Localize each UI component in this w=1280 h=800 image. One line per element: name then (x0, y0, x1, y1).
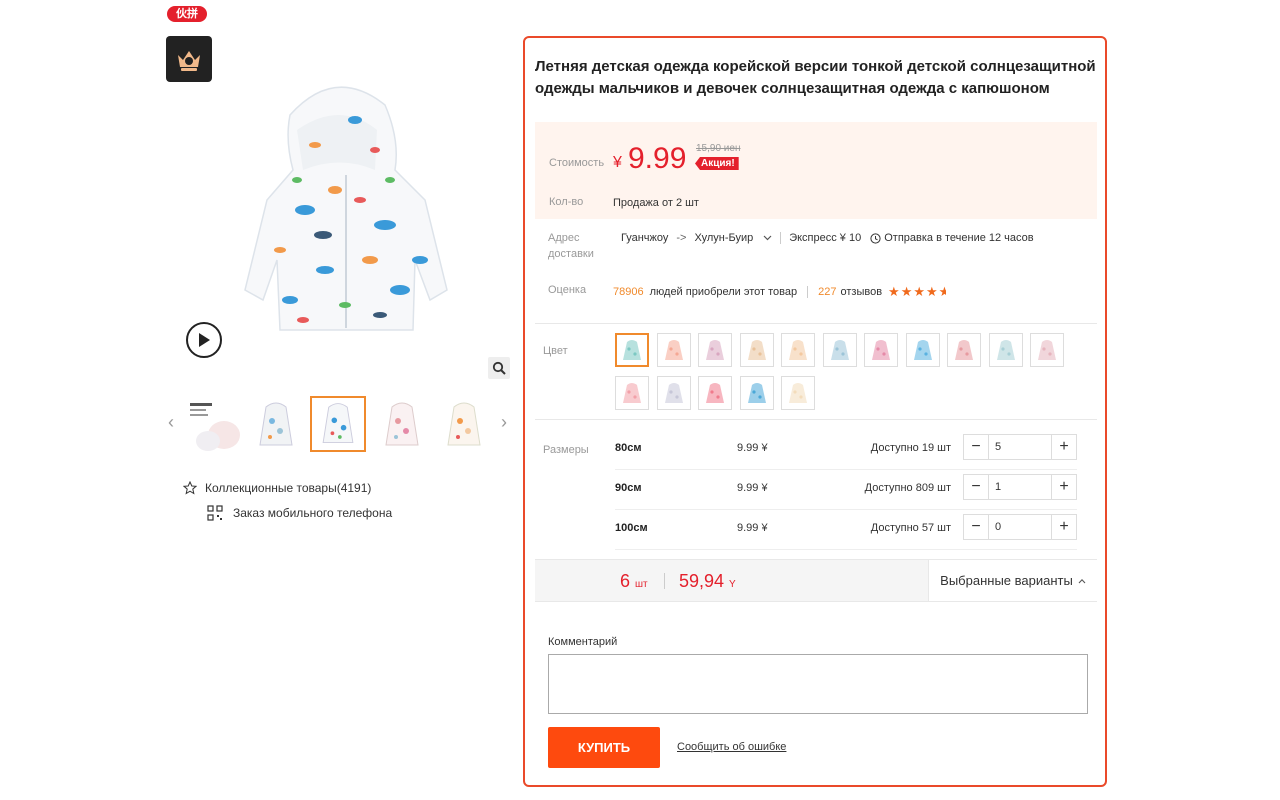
magnifier-icon (492, 361, 506, 375)
quantity-input[interactable] (988, 515, 1052, 539)
reviews-count[interactable]: 227 (818, 286, 836, 298)
quantity-input[interactable] (988, 475, 1052, 499)
mobile-order-link[interactable]: Заказ мобильного телефона (207, 505, 392, 521)
comment-label: Комментарий (548, 636, 618, 648)
color-swatch[interactable] (657, 333, 691, 367)
thumbnail[interactable] (185, 396, 241, 452)
order-total-bar: 6 шт 59,94 Y Выбранные варианты (535, 559, 1097, 602)
decrease-button[interactable]: − (964, 435, 988, 459)
price-box: Стоимость ¥ 9.99 15,90 иен Акция! Кол-во… (535, 122, 1097, 219)
add-to-favorites[interactable]: Коллекционные товары(4191) (183, 481, 371, 495)
reviews-text: отзывов (840, 286, 883, 298)
total-quantity: 6 шт (620, 571, 648, 591)
size-availability: Доступно 809 шт (864, 482, 951, 494)
color-label: Цвет (543, 345, 568, 357)
promo-tag: Акция! (695, 157, 739, 170)
size-availability: Доступно 57 шт (870, 522, 951, 534)
increase-button[interactable]: + (1052, 475, 1076, 499)
product-title: Летняя детская одежда корейской версии т… (535, 58, 1096, 97)
mobile-order-label: Заказ мобильного телефона (233, 506, 393, 520)
thumb-next-icon[interactable]: › (498, 410, 510, 434)
decrease-button[interactable]: − (964, 475, 988, 499)
qty-label: Кол-во (549, 196, 584, 208)
size-row: 90см 9.99 ¥ Доступно 809 шт − + (615, 470, 1077, 510)
increase-button[interactable]: + (1052, 435, 1076, 459)
color-swatch[interactable] (698, 333, 732, 367)
size-row: 100см 9.99 ¥ Доступно 57 шт − + (615, 510, 1077, 550)
thumbnail[interactable] (247, 396, 303, 452)
selected-variants-toggle[interactable]: Выбранные варианты (928, 560, 1097, 601)
clock-icon (870, 232, 881, 244)
quantity-stepper: − + (963, 434, 1077, 460)
color-swatch[interactable] (657, 376, 691, 410)
color-swatch[interactable] (698, 376, 732, 410)
size-price: 9.99 ¥ (737, 442, 768, 454)
thumbnail-strip: ‹ › (165, 396, 515, 452)
shipping-label: Адрес доставки (548, 232, 594, 260)
comment-field[interactable] (548, 654, 1088, 714)
quantity-stepper: − + (963, 474, 1077, 500)
group-buy-badge: 伙拼 (167, 6, 207, 22)
size-name: 80см (615, 442, 642, 454)
size-price: 9.99 ¥ (737, 522, 768, 534)
buyers-text: людей приобрели этот товар (649, 286, 798, 298)
qr-code-icon (207, 505, 223, 521)
main-product-image[interactable] (185, 60, 510, 385)
color-swatch[interactable] (906, 333, 940, 367)
favorites-label: Коллекционные товары(4191) (205, 481, 372, 495)
color-swatch[interactable] (740, 376, 774, 410)
size-name: 100см (615, 522, 648, 534)
play-video-button[interactable] (186, 322, 222, 358)
quantity-stepper: − + (963, 514, 1077, 540)
color-swatch[interactable] (615, 333, 649, 367)
zoom-button[interactable] (488, 357, 510, 379)
size-name: 90см (615, 482, 642, 494)
thumb-prev-icon[interactable]: ‹ (165, 410, 177, 434)
color-swatch[interactable] (781, 333, 815, 367)
dispatch-time: Отправка в течение 12 часов (884, 232, 1034, 244)
color-swatch[interactable] (1030, 333, 1064, 367)
size-availability: Доступно 19 шт (870, 442, 951, 454)
color-swatch[interactable] (989, 333, 1023, 367)
decrease-button[interactable]: − (964, 515, 988, 539)
report-error-link[interactable]: Сообщить об ошибке (677, 741, 786, 753)
price-currency: ¥ (613, 154, 622, 171)
sizes-label: Размеры (543, 444, 589, 456)
ship-to-select[interactable]: Хулун-Буир (694, 232, 772, 244)
buyers-count: 78906 (613, 286, 644, 298)
rating-info: 78906 людей приобрели этот товар 227 отз… (613, 284, 946, 300)
product-panel: Летняя детская одежда корейской версии т… (523, 36, 1107, 787)
min-order-text: Продажа от 2 шт (613, 197, 699, 209)
chevron-up-icon (1078, 578, 1086, 583)
increase-button[interactable]: + (1052, 515, 1076, 539)
thumbnail[interactable] (310, 396, 366, 452)
total-sum: 59,94 Y (679, 571, 736, 591)
size-price: 9.99 ¥ (737, 482, 768, 494)
color-swatch[interactable] (740, 333, 774, 367)
ship-to: Хулун-Буир (694, 232, 754, 244)
color-swatch[interactable] (781, 376, 815, 410)
rating-stars: ★★★★★ (888, 284, 946, 299)
color-swatch[interactable] (823, 333, 857, 367)
thumbnail[interactable] (435, 396, 491, 452)
ship-arrow: -> (676, 232, 687, 244)
selected-variants-label: Выбранные варианты (940, 573, 1073, 588)
rating-label: Оценка (548, 284, 587, 296)
express-cost: Экспресс ¥ 10 (789, 232, 862, 244)
play-icon (199, 333, 210, 347)
chevron-down-icon (763, 235, 772, 241)
size-row: 80см 9.99 ¥ Доступно 19 шт − + (615, 430, 1077, 470)
thumbnail[interactable] (373, 396, 429, 452)
old-price: 15,90 иен (696, 143, 741, 154)
price-value: 9.99 (628, 142, 687, 175)
buy-button[interactable]: КУПИТЬ (548, 727, 660, 768)
quantity-input[interactable] (988, 435, 1052, 459)
color-swatch[interactable] (947, 333, 981, 367)
color-swatch[interactable] (615, 376, 649, 410)
price-label: Стоимость (549, 157, 605, 169)
color-swatch[interactable] (864, 333, 898, 367)
shipping-info: Гуанчжоу -> Хулун-Буир Экспресс ¥ 10 Отп… (621, 232, 1034, 244)
star-outline-icon (183, 481, 197, 495)
ship-from: Гуанчжоу (621, 232, 669, 244)
